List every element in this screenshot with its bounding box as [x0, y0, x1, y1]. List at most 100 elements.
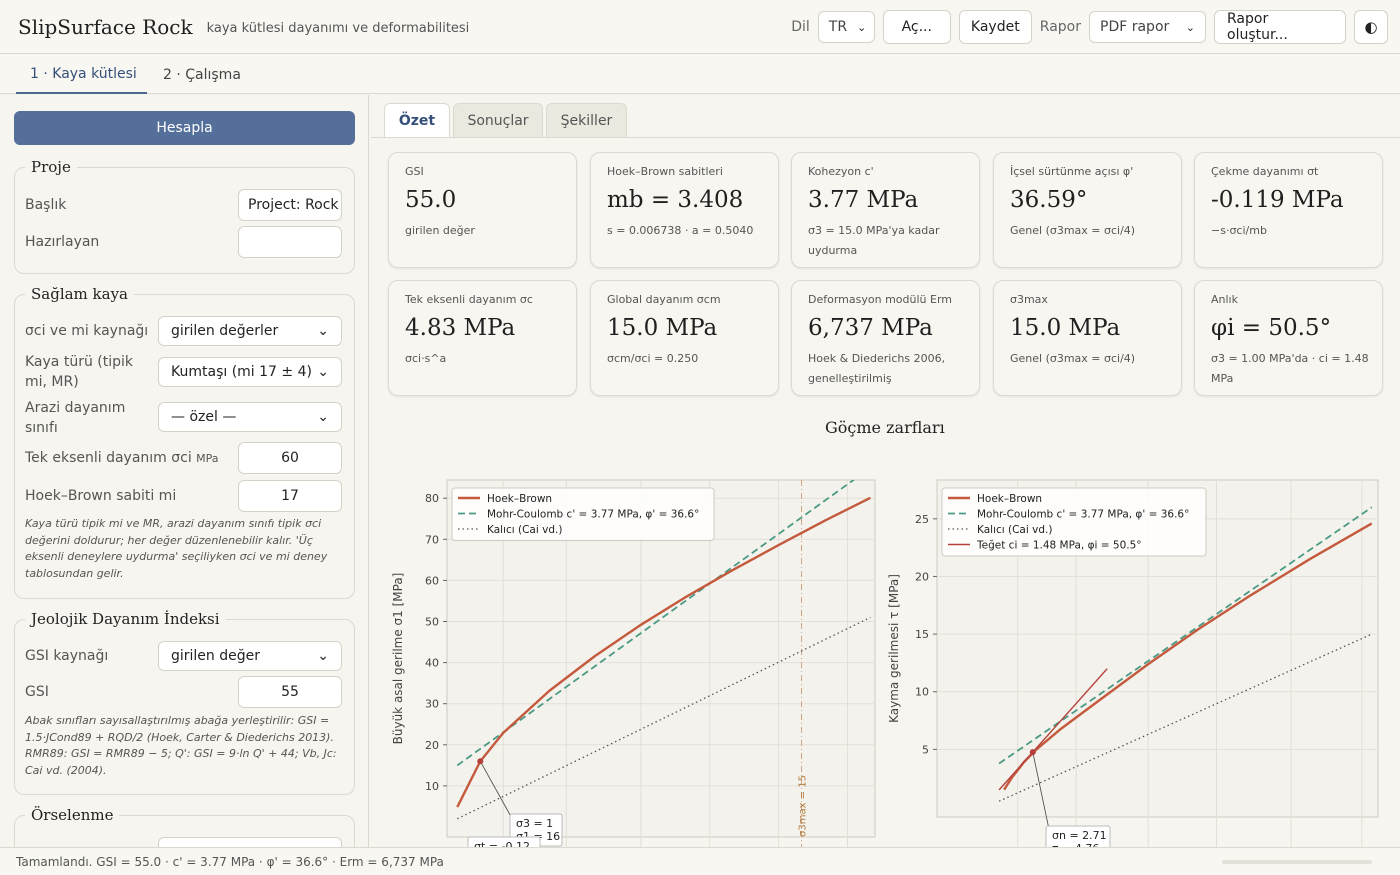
- mi-label: Hoek–Brown sabiti mi: [25, 488, 177, 504]
- tab-summary[interactable]: Özet: [384, 103, 450, 138]
- legend-entry: Hoek–Brown: [977, 493, 1042, 505]
- legend-entry: Teğet ci = 1.48 MPa, φi = 50.5°: [976, 540, 1142, 552]
- section-title: Sağlam kaya: [25, 285, 135, 303]
- tab-analysis[interactable]: 2 · Çalışma: [163, 55, 273, 94]
- y-axis-label: Kayma gerilmesi τ [MPa]: [887, 574, 901, 723]
- card-title: Deformasyon modülü Erm: [808, 293, 952, 306]
- title-input[interactable]: Project: Rock: [238, 189, 342, 221]
- card-subtitle: −s·σci/mb: [1211, 224, 1267, 237]
- report-format-select[interactable]: PDF rapor ⌄: [1089, 11, 1206, 43]
- gsi-note: Abak sınıfları sayısallaştırılmış abağa …: [25, 714, 337, 777]
- theme-toggle-icon[interactable]: ◐: [1354, 10, 1388, 44]
- global-strength-card: Global dayanım σcm 15.0 MPa σcm/σci = 0.25…: [590, 280, 779, 396]
- chevron-down-icon: ⌄: [317, 409, 329, 425]
- card-title: Hoek–Brown sabitleri: [607, 165, 723, 178]
- gsi-source-value: girilen değer: [171, 648, 261, 664]
- tab-rock-mass[interactable]: 1 · Kaya kütlesi: [16, 55, 147, 94]
- rock-type-select[interactable]: Kumtaşı (mi 17 ± 4) ⌄: [158, 357, 342, 387]
- card-value: 36.59°: [1010, 187, 1088, 213]
- field-class-value: — özel —: [171, 409, 237, 425]
- gsi-section: Jeolojik Dayanım İndeksi GSI kaynağı gir…: [14, 610, 355, 795]
- gsi-card: GSI 55.0 girilen değer: [388, 152, 577, 268]
- disturbance-section: Örselenme: [14, 806, 355, 847]
- open-button[interactable]: Aç...: [882, 10, 951, 44]
- author-label: Hazırlayan: [25, 234, 100, 250]
- ucs-label-text: Tek eksenli dayanım σci: [25, 450, 192, 466]
- card-value: 15.0 MPa: [607, 315, 718, 341]
- project-section: Proje Başlık Project: Rock Hazırlayan: [14, 158, 355, 274]
- calculate-button[interactable]: Hesapla: [14, 111, 355, 145]
- annotation-text: σn = 2.71: [1052, 829, 1107, 842]
- card-value: -0.119 MPa: [1211, 187, 1344, 213]
- shear-stress-chart: 5 10 15 20 25 Kayma gerilmesi τ [MPa] σn = 2.7…: [884, 472, 1384, 847]
- card-title: İçsel sürtünme açısı φ': [1010, 165, 1134, 178]
- field-class-select[interactable]: — özel — ⌄: [158, 402, 342, 432]
- app-subtitle: kaya kütlesi dayanımı ve deformabilitesi: [206, 21, 470, 36]
- disturbance-select[interactable]: [158, 837, 342, 847]
- sigma-t-annotation: σt = -0.12: [474, 840, 530, 847]
- app-title: SlipSurface Rock: [18, 14, 193, 39]
- tab-results[interactable]: Sonuçlar: [453, 103, 543, 137]
- section-title: Örselenme: [25, 806, 120, 824]
- mi-input[interactable]: 17: [238, 480, 342, 512]
- y-tick-label: 30: [425, 698, 439, 711]
- annotation-text: σ3 = 1: [516, 817, 553, 830]
- card-title: Anlık: [1211, 293, 1238, 306]
- card-subtitle: Genel (σ3max = σci/4): [1010, 352, 1136, 365]
- card-value: 3.77 MPa: [808, 187, 919, 213]
- card-subtitle: σci·s^a: [405, 352, 447, 365]
- save-button[interactable]: Kaydet: [958, 10, 1032, 44]
- main-tabs: 1 · Kaya kütlesi 2 · Çalışma: [0, 55, 1400, 94]
- author-input[interactable]: [238, 226, 342, 258]
- y-tick-label: 5: [922, 743, 929, 756]
- section-title: Proje: [25, 158, 77, 176]
- card-title: Çekme dayanımı σt: [1211, 165, 1319, 178]
- status-bar: Tamamlandı. GSI = 55.0 · c' = 3.77 MPa ·…: [0, 847, 1400, 875]
- report-format-value: PDF rapor: [1100, 19, 1170, 35]
- principal-stress-chart: 10 20 30 40 50 60 70 80 Büyük asal gerilme σ1 [M…: [388, 472, 880, 847]
- annotation-point: [1029, 749, 1036, 756]
- chevron-down-icon: ⌄: [857, 20, 867, 34]
- gsi-source-select[interactable]: girilen değer ⌄: [158, 641, 342, 671]
- sigma3max-label: σ3max = 15: [798, 775, 809, 837]
- card-title: Global dayanım σcm: [607, 293, 721, 306]
- y-tick-label: 60: [425, 574, 439, 587]
- ucs-card: Tek eksenli dayanım σc 4.83 MPa σci·s^a: [388, 280, 577, 396]
- section-title: Jeolojik Dayanım İndeksi: [25, 610, 226, 628]
- tab-figures[interactable]: Şekiller: [546, 103, 627, 137]
- card-subtitle: girilen değer: [405, 224, 475, 237]
- gsi-input[interactable]: 55: [238, 676, 342, 708]
- card-value: 6,737 MPa: [808, 315, 933, 341]
- create-report-button[interactable]: Rapor oluştur...: [1214, 10, 1346, 44]
- card-value: 55.0: [405, 187, 457, 213]
- ucs-unit: MPa: [196, 452, 219, 465]
- y-tick-label: 25: [915, 513, 929, 526]
- hb-constants-card: Hoek–Brown sabitleri mb = 3.408 s = 0.0067…: [590, 152, 779, 268]
- language-select[interactable]: TR ⌄: [817, 11, 875, 43]
- card-value: 15.0 MPa: [1010, 315, 1121, 341]
- y-tick-label: 50: [425, 616, 439, 629]
- rock-type-value: Kumtaşı (mi 17 ± 4): [171, 364, 312, 380]
- card-title: GSI: [405, 165, 424, 178]
- card-subtitle: σ3 = 1.00 MPa'da · ci = 1.48 MPa: [1211, 352, 1369, 385]
- legend-entry: Hoek–Brown: [487, 493, 552, 505]
- card-subtitle: s = 0.006738 · a = 0.5040: [607, 224, 754, 237]
- annotation-point: [477, 758, 484, 765]
- y-tick-label: 10: [915, 686, 929, 699]
- chevron-down-icon: ⌄: [1185, 20, 1195, 34]
- chevron-down-icon: ⌄: [317, 323, 329, 339]
- legend-entry: Kalıcı (Cai vd.): [977, 524, 1052, 536]
- ucs-input[interactable]: 60: [238, 442, 342, 474]
- source-select[interactable]: girilen değerler ⌄: [158, 316, 342, 346]
- modulus-card: Deformasyon modülü Erm 6,737 MPa Hoek & Di…: [791, 280, 980, 396]
- tensile-strength-card: Çekme dayanımı σt -0.119 MPa −s·σci/mb: [1194, 152, 1383, 268]
- source-label: σci ve mi kaynağı: [25, 323, 149, 339]
- chevron-down-icon: ⌄: [317, 364, 329, 380]
- y-tick-label: 20: [915, 570, 929, 583]
- y-tick-label: 15: [915, 628, 929, 641]
- report-label: Rapor: [1039, 19, 1081, 35]
- card-value: φi = 50.5°: [1211, 315, 1332, 341]
- title-label: Başlık: [25, 197, 67, 213]
- input-panel: Hesapla Proje Başlık Project: Rock Hazır…: [0, 95, 369, 847]
- source-value: girilen değerler: [171, 323, 279, 339]
